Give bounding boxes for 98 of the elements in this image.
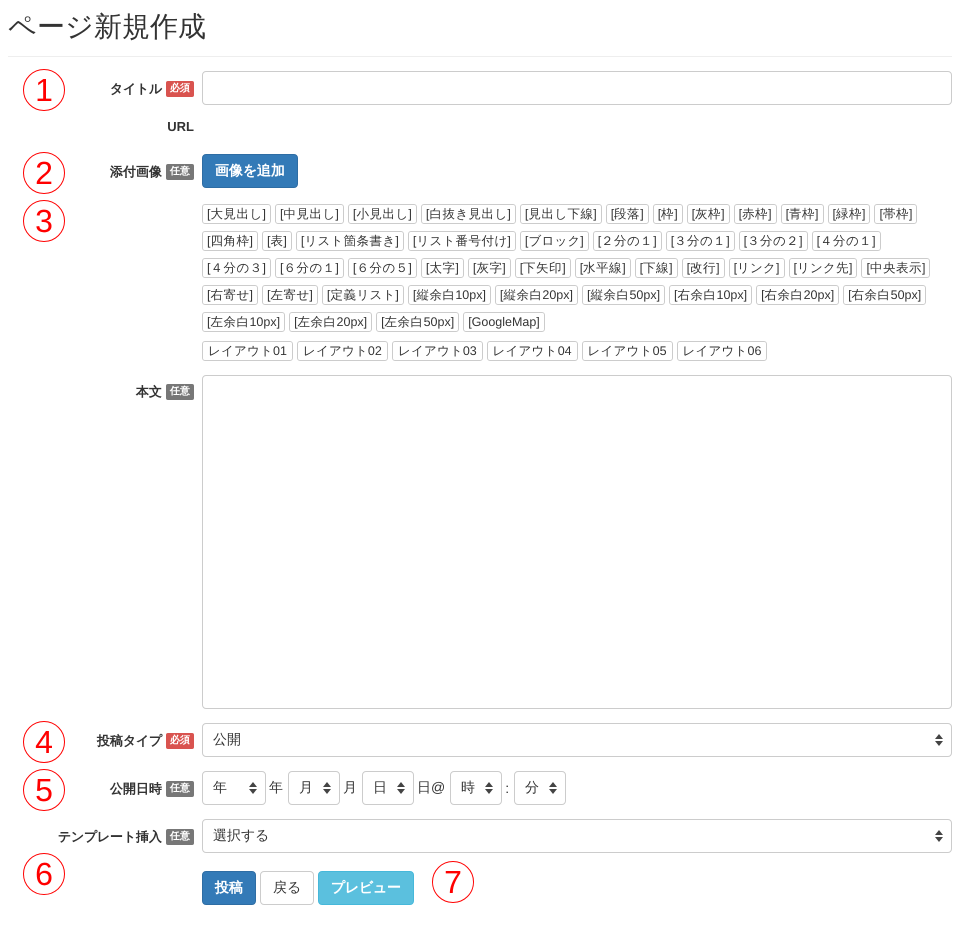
back-button[interactable]: 戻る [260,871,314,905]
submit-button[interactable]: 投稿 [202,871,256,905]
select-arrows-icon [935,830,943,842]
tag-button[interactable]: [左余白10px] [202,312,286,332]
select-arrows-icon [397,782,405,794]
tag-button[interactable]: [小見出し] [348,204,417,224]
tag-button[interactable]: [右寄せ] [202,285,258,305]
layout-button[interactable]: レイアウト06 [676,341,768,361]
select-arrows-icon [323,782,331,794]
field-label: URL [167,119,194,134]
title-input[interactable] [202,71,952,105]
select-field[interactable]: 年 [202,771,266,805]
tag-button[interactable]: [灰字] [468,258,511,278]
tag-button[interactable]: [大見出し] [202,204,271,224]
annotation-number: 5 [23,769,65,811]
tag-button[interactable]: [リスト箇条書き] [296,231,404,251]
optional-badge: 任意 [166,164,194,180]
tag-button[interactable]: [３分の２] [738,231,808,251]
select-suffix: 日@ [417,779,446,797]
tag-button[interactable]: [段落] [606,204,649,224]
select-suffix: 年 [269,779,283,797]
tag-button[interactable]: [２分の１] [592,231,662,251]
annotation-number: 4 [23,721,65,763]
layout-button[interactable]: レイアウト02 [296,341,388,361]
tag-button[interactable]: [定義リスト] [322,285,404,305]
tag-button[interactable]: [ブロック] [520,231,589,251]
tag-button[interactable]: [左寄せ] [262,285,318,305]
tag-button[interactable]: [中見出し] [274,204,344,224]
field-label: 投稿タイプ [97,732,162,750]
tag-button[interactable]: [灰枠] [686,204,730,224]
tag-button[interactable]: [改行] [682,258,725,278]
tag-button[interactable]: [見出し下線] [520,204,602,224]
tag-button[interactable]: [青枠] [780,204,824,224]
select-value: 選択する [213,827,269,845]
tag-button[interactable]: [リンク先] [788,258,858,278]
add-image-button[interactable]: 画像を追加 [202,154,298,188]
tag-button[interactable]: [６分の５] [348,258,417,278]
layout-button[interactable]: レイアウト04 [486,341,578,361]
annotation-number: 7 [432,861,474,903]
layout-button[interactable]: レイアウト01 [202,341,293,361]
tag-button[interactable]: [リンク] [728,258,785,278]
select-field[interactable]: 月 [288,771,340,805]
tag-button[interactable]: [左余白50px] [376,312,460,332]
tag-button[interactable]: [帯枠] [874,204,918,224]
select-field[interactable]: 日 [362,771,414,805]
select-arrows-icon [935,734,943,746]
tag-button[interactable]: [４分の３] [202,258,271,278]
required-badge: 必須 [166,733,194,749]
field-label: 本文 [136,383,162,401]
annotation-number: 2 [23,152,65,194]
tag-button[interactable]: [緑枠] [828,204,870,224]
tag-button[interactable]: [リスト番号付け] [408,231,516,251]
tag-button[interactable]: [赤枠] [734,204,777,224]
tag-button[interactable]: [左余白20px] [289,312,372,332]
select-arrows-icon [249,782,257,794]
tag-button[interactable]: [水平線] [574,258,631,278]
select-arrows-icon [485,782,494,794]
tag-button[interactable]: [３分の１] [666,231,735,251]
tag-button[interactable]: [太字] [420,258,464,278]
body-textarea[interactable] [202,375,952,709]
select-field[interactable]: 時 [450,771,502,805]
tag-button[interactable]: [下矢印] [514,258,571,278]
field-label: 公開日時 [110,780,162,798]
tag-button[interactable]: [下線] [634,258,678,278]
field-label: テンプレート挿入 [58,828,162,846]
select-field[interactable]: 公開 [202,723,952,757]
tag-button[interactable]: [枠] [652,204,683,224]
tag-button[interactable]: [６分の１] [274,258,344,278]
annotation-number: 1 [23,69,65,111]
tag-button[interactable]: [GoogleMap] [463,312,545,332]
optional-badge: 任意 [166,829,194,845]
select-field[interactable]: 分 [514,771,566,805]
tag-button[interactable]: [縦余白20px] [494,285,578,305]
layout-button[interactable]: レイアウト03 [392,341,483,361]
tag-button[interactable]: [縦余白10px] [408,285,491,305]
layout-button[interactable]: レイアウト05 [582,341,673,361]
optional-badge: 任意 [166,384,194,400]
tag-button[interactable]: [４分の１] [812,231,881,251]
select-suffix: 月 [343,779,357,797]
tag-button[interactable]: [表] [262,231,292,251]
tag-button[interactable]: [右余白10px] [669,285,752,305]
tag-button[interactable]: [中央表示] [861,258,930,278]
field-label: 添付画像 [110,163,162,181]
tag-button[interactable]: [縦余白50px] [582,285,666,305]
page-title: ページ新規作成 [8,10,206,44]
tag-button[interactable]: [四角枠] [202,231,258,251]
select-value: 公開 [213,731,241,749]
annotation-number: 3 [23,200,65,242]
tag-button[interactable]: [右余白20px] [756,285,840,305]
select-arrows-icon [549,782,558,794]
tag-button[interactable]: [白抜き見出し] [420,204,516,224]
select-suffix: : [505,780,510,796]
tag-button[interactable]: [右余白50px] [843,285,926,305]
required-badge: 必須 [166,81,194,97]
select-field[interactable]: 選択する [202,819,952,853]
annotation-number: 6 [23,853,65,895]
field-label: タイトル [110,80,162,98]
optional-badge: 任意 [166,781,194,797]
